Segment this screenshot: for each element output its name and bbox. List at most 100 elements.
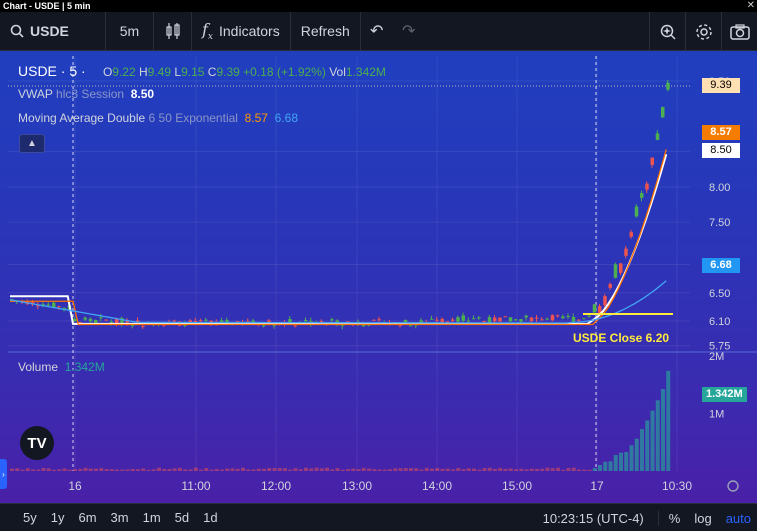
vwap-legend[interactable]: VWAP hlc3 Session 8.50 bbox=[18, 87, 154, 101]
candle-body bbox=[582, 318, 586, 320]
legend-open: 9.22 bbox=[112, 65, 136, 79]
range-button-3m[interactable]: 3m bbox=[104, 510, 136, 525]
volume-tag: 1.342M bbox=[702, 387, 747, 402]
candle-body bbox=[104, 319, 108, 321]
price-axis-label: 8.00 bbox=[709, 182, 730, 194]
range-button-1y[interactable]: 1y bbox=[44, 510, 72, 525]
volume-bar bbox=[293, 468, 298, 471]
settings-button[interactable] bbox=[685, 12, 721, 51]
vwap-line bbox=[10, 153, 668, 325]
candle-body bbox=[319, 321, 324, 323]
percent-toggle[interactable]: % bbox=[657, 510, 685, 526]
volume-bar bbox=[540, 468, 545, 471]
candle-body bbox=[634, 206, 639, 217]
volume-bar bbox=[598, 465, 602, 471]
tradingview-logo[interactable]: TV bbox=[20, 426, 54, 460]
candle-body bbox=[199, 320, 203, 322]
time-axis-label: 12:00 bbox=[261, 479, 291, 493]
price-axis-label: 6.10 bbox=[709, 316, 730, 328]
volume-legend[interactable]: Volume 1.342M bbox=[18, 360, 105, 374]
volume-bar bbox=[251, 469, 256, 471]
interval-button[interactable]: 5m bbox=[106, 11, 154, 51]
undo-button[interactable]: ↶ bbox=[361, 12, 393, 51]
axis-settings-icon bbox=[727, 480, 739, 492]
last-price-tag: 9.39 bbox=[702, 78, 740, 93]
candle-body bbox=[430, 318, 434, 320]
log-toggle[interactable]: log bbox=[684, 511, 715, 526]
range-button-1d[interactable]: 1d bbox=[196, 510, 224, 525]
volume-bar bbox=[288, 469, 293, 471]
volume-bar bbox=[73, 469, 77, 471]
volume-bar bbox=[304, 467, 308, 471]
volume-bar bbox=[477, 469, 482, 471]
ma-legend[interactable]: Moving Average Double 6 50 Exponential 8… bbox=[18, 111, 298, 125]
candle-body bbox=[645, 183, 649, 190]
range-button-1m[interactable]: 1m bbox=[136, 510, 168, 525]
quick-search-button[interactable] bbox=[649, 12, 685, 51]
refresh-button[interactable]: Refresh bbox=[291, 11, 361, 51]
auto-toggle[interactable]: auto bbox=[716, 511, 757, 526]
volume-bar bbox=[20, 469, 25, 471]
volume-bar bbox=[566, 467, 571, 471]
candle-body bbox=[109, 321, 114, 324]
candle-body bbox=[556, 315, 560, 317]
symbol-search-button[interactable]: USDE bbox=[0, 11, 106, 51]
candle-body bbox=[141, 326, 145, 328]
candle-body bbox=[262, 325, 266, 327]
volume-bar bbox=[435, 468, 440, 471]
clock[interactable]: 10:23:15 (UTC-4) bbox=[539, 511, 658, 526]
time-axis-label: 13:00 bbox=[342, 479, 372, 493]
range-button-5y[interactable]: 5y bbox=[16, 510, 44, 525]
volume-bar bbox=[262, 468, 266, 471]
range-button-6m[interactable]: 6m bbox=[71, 510, 103, 525]
volume-bar bbox=[655, 400, 660, 471]
volume-bar bbox=[619, 452, 623, 471]
range-button-5d[interactable]: 5d bbox=[168, 510, 196, 525]
volume-bar bbox=[335, 468, 340, 471]
volume-bar bbox=[325, 467, 329, 471]
candle-body bbox=[83, 317, 87, 320]
undo-icon: ↶ bbox=[370, 23, 384, 40]
gear-icon bbox=[695, 23, 712, 40]
chart-type-button[interactable] bbox=[154, 11, 192, 51]
volume-bar bbox=[41, 467, 46, 471]
close-icon[interactable]: ✕ bbox=[747, 0, 755, 12]
volume-bar bbox=[277, 468, 282, 471]
candle-body bbox=[493, 317, 497, 322]
function-icon: fx bbox=[202, 19, 213, 43]
left-panel-toggle[interactable]: › bbox=[0, 459, 7, 489]
candle-body bbox=[440, 319, 444, 323]
indicators-button[interactable]: fx Indicators bbox=[192, 11, 291, 51]
legend-high-label: H bbox=[139, 65, 148, 79]
candle-body bbox=[304, 319, 308, 322]
indicators-label: Indicators bbox=[219, 23, 280, 39]
snapshot-button[interactable] bbox=[721, 12, 757, 51]
redo-button[interactable]: ↷ bbox=[393, 12, 425, 51]
candle-body bbox=[204, 319, 208, 321]
volume-bar bbox=[256, 468, 261, 471]
collapse-legend-button[interactable]: ▲ bbox=[19, 134, 45, 153]
volume-bar bbox=[330, 469, 335, 471]
time-axis-label: 15:00 bbox=[502, 479, 532, 493]
candle-body bbox=[288, 319, 292, 323]
volume-bar bbox=[162, 469, 167, 471]
volume-bar bbox=[99, 468, 104, 471]
vwap-tag: 8.50 bbox=[702, 143, 740, 158]
volume-bar bbox=[188, 469, 193, 471]
volume-bar bbox=[31, 469, 35, 471]
volume-bar bbox=[498, 467, 503, 471]
volume-bar bbox=[298, 469, 303, 471]
chart-area[interactable]: 9.508.508.007.506.906.506.105.751611:001… bbox=[0, 51, 757, 503]
volume-bar bbox=[241, 467, 245, 471]
candle-body bbox=[519, 319, 523, 322]
ma-fast-line bbox=[10, 149, 667, 326]
volume-bar bbox=[608, 461, 613, 471]
volume-bar bbox=[367, 468, 371, 471]
volume-bar bbox=[592, 468, 597, 471]
volume-bar bbox=[146, 469, 151, 471]
volume-bar bbox=[361, 467, 366, 471]
volume-name: Volume bbox=[18, 360, 59, 374]
candle-body bbox=[508, 317, 513, 322]
candle-body bbox=[545, 318, 549, 320]
toolbar-right bbox=[649, 12, 757, 51]
